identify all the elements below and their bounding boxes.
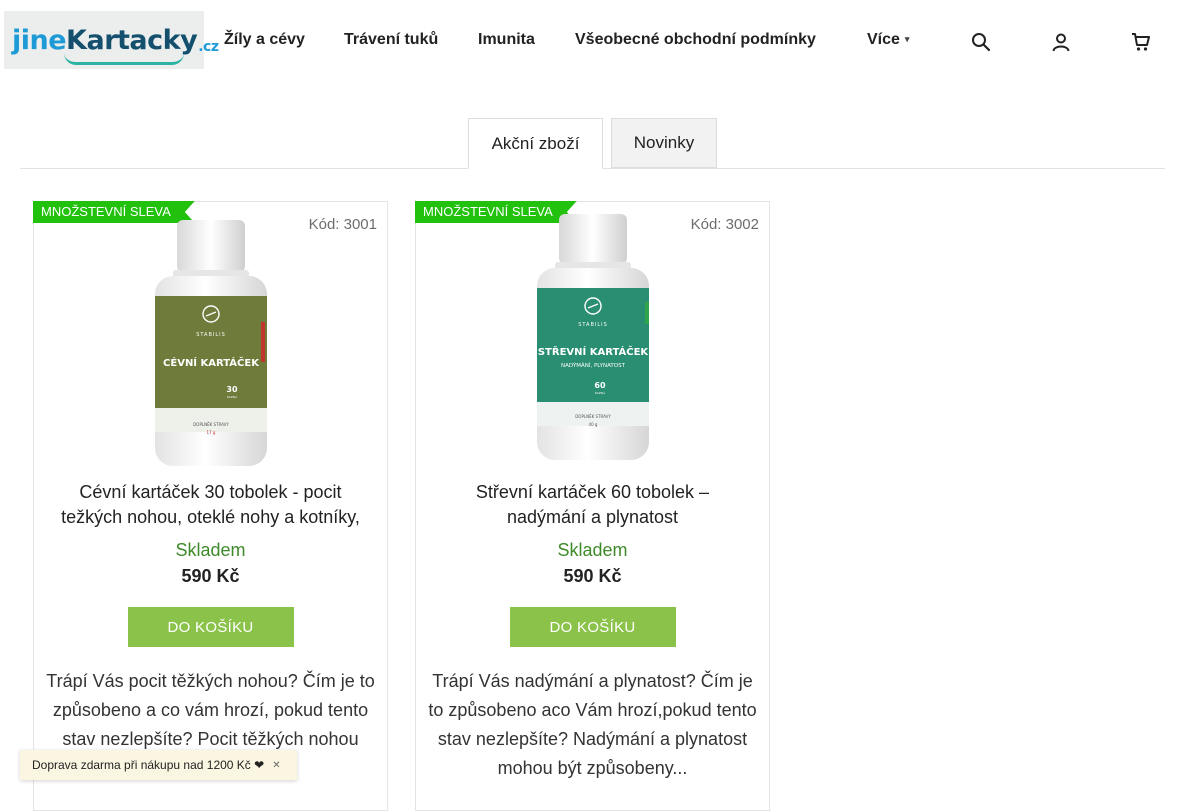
product-price: 590 Kč [181, 566, 240, 586]
cart-icon[interactable] [1131, 32, 1151, 52]
nav-item-traveni-tuku[interactable]: Trávení tuků [344, 31, 438, 49]
stock-status: Skladem [175, 540, 246, 560]
bottle-unit: KAPSLÍ [226, 394, 236, 399]
bottle-type: DOPLNĚK STRAVY [193, 422, 229, 427]
product-card: MNOŽSTEVNÍ SLEVA Kód: 3002 STABILIS STŘE… [415, 201, 770, 811]
bottle-name: CÉVNÍ KARTÁČEK [163, 356, 260, 369]
search-icon[interactable] [971, 32, 991, 52]
tab-akcni-zbozi[interactable]: Akční zboží [468, 118, 603, 169]
bottle-unit: KAPSLÍ [594, 390, 604, 395]
nav-item-obchodni-podminky[interactable]: Všeobecné obchodní podmínky [575, 31, 816, 49]
add-to-cart-button[interactable]: DO KOŠÍKU [127, 607, 294, 647]
nav-item-zily-a-cevy[interactable]: Žíly a cévy [224, 31, 305, 49]
logo-text-jine: jine [12, 24, 67, 56]
product-image[interactable]: STABILIS CÉVNÍ KARTÁČEK 30 KAPSLÍ DOPLNĚ… [34, 212, 387, 472]
bottle-type: DOPLNĚK STRAVY [575, 414, 611, 419]
user-icon[interactable] [1051, 32, 1071, 52]
nav-item-vice-label: Více [867, 31, 900, 48]
site-header: jine Kartacky .cz Žíly a cévy Trávení tuků… [0, 0, 1200, 80]
tab-novinky[interactable]: Novinky [611, 118, 717, 168]
product-card: MNOŽSTEVNÍ SLEVA Kód: 3001 STABILIS CÉVN… [33, 201, 388, 811]
site-logo[interactable]: jine Kartacky .cz [4, 11, 219, 69]
toast-text: Doprava zdarma při nákupu nad 1200 Kč ❤ [32, 758, 265, 772]
add-to-cart-button[interactable]: DO KOŠÍKU [509, 607, 676, 647]
product-title[interactable]: Cévní kartáček 30 tobolek - pocit težkýc… [52, 480, 369, 534]
bottle-brand: STABILIS [578, 322, 608, 328]
product-title[interactable]: Střevní kartáček 60 tobolek – nadýmání a… [434, 480, 751, 534]
bottle-subtitle: NADÝMÁNÍ, PLYNATOST [561, 362, 626, 369]
logo-swoosh [64, 53, 184, 65]
logo-text-cz: .cz [198, 39, 219, 55]
product-description: Trápí Vás nadýmání a plynatost? Čím je t… [428, 671, 757, 778]
close-icon[interactable]: ✕ [272, 760, 280, 771]
stock-status: Skladem [557, 540, 628, 560]
product-price: 590 Kč [563, 566, 622, 586]
bottle-weight: 17 g [206, 430, 215, 435]
bottle-name: STŘEVNÍ KARTÁČEK [537, 345, 649, 358]
nav-item-vice[interactable]: Více ▾ [867, 31, 909, 49]
chevron-down-icon: ▾ [904, 34, 910, 45]
product-image[interactable]: STABILIS STŘEVNÍ KARTÁČEK NADÝMÁNÍ, PLYN… [416, 212, 769, 472]
bottle-weight: 40 g [588, 422, 597, 427]
logo-text-kartacky: Kartacky [66, 24, 198, 56]
bottle-count: 60 [594, 381, 606, 390]
nav-item-imunita[interactable]: Imunita [478, 31, 535, 49]
bottle-count: 30 [226, 385, 238, 394]
free-shipping-toast: Doprava zdarma při nákupu nad 1200 Kč ❤ … [20, 750, 297, 780]
bottle-brand: STABILIS [196, 332, 226, 338]
